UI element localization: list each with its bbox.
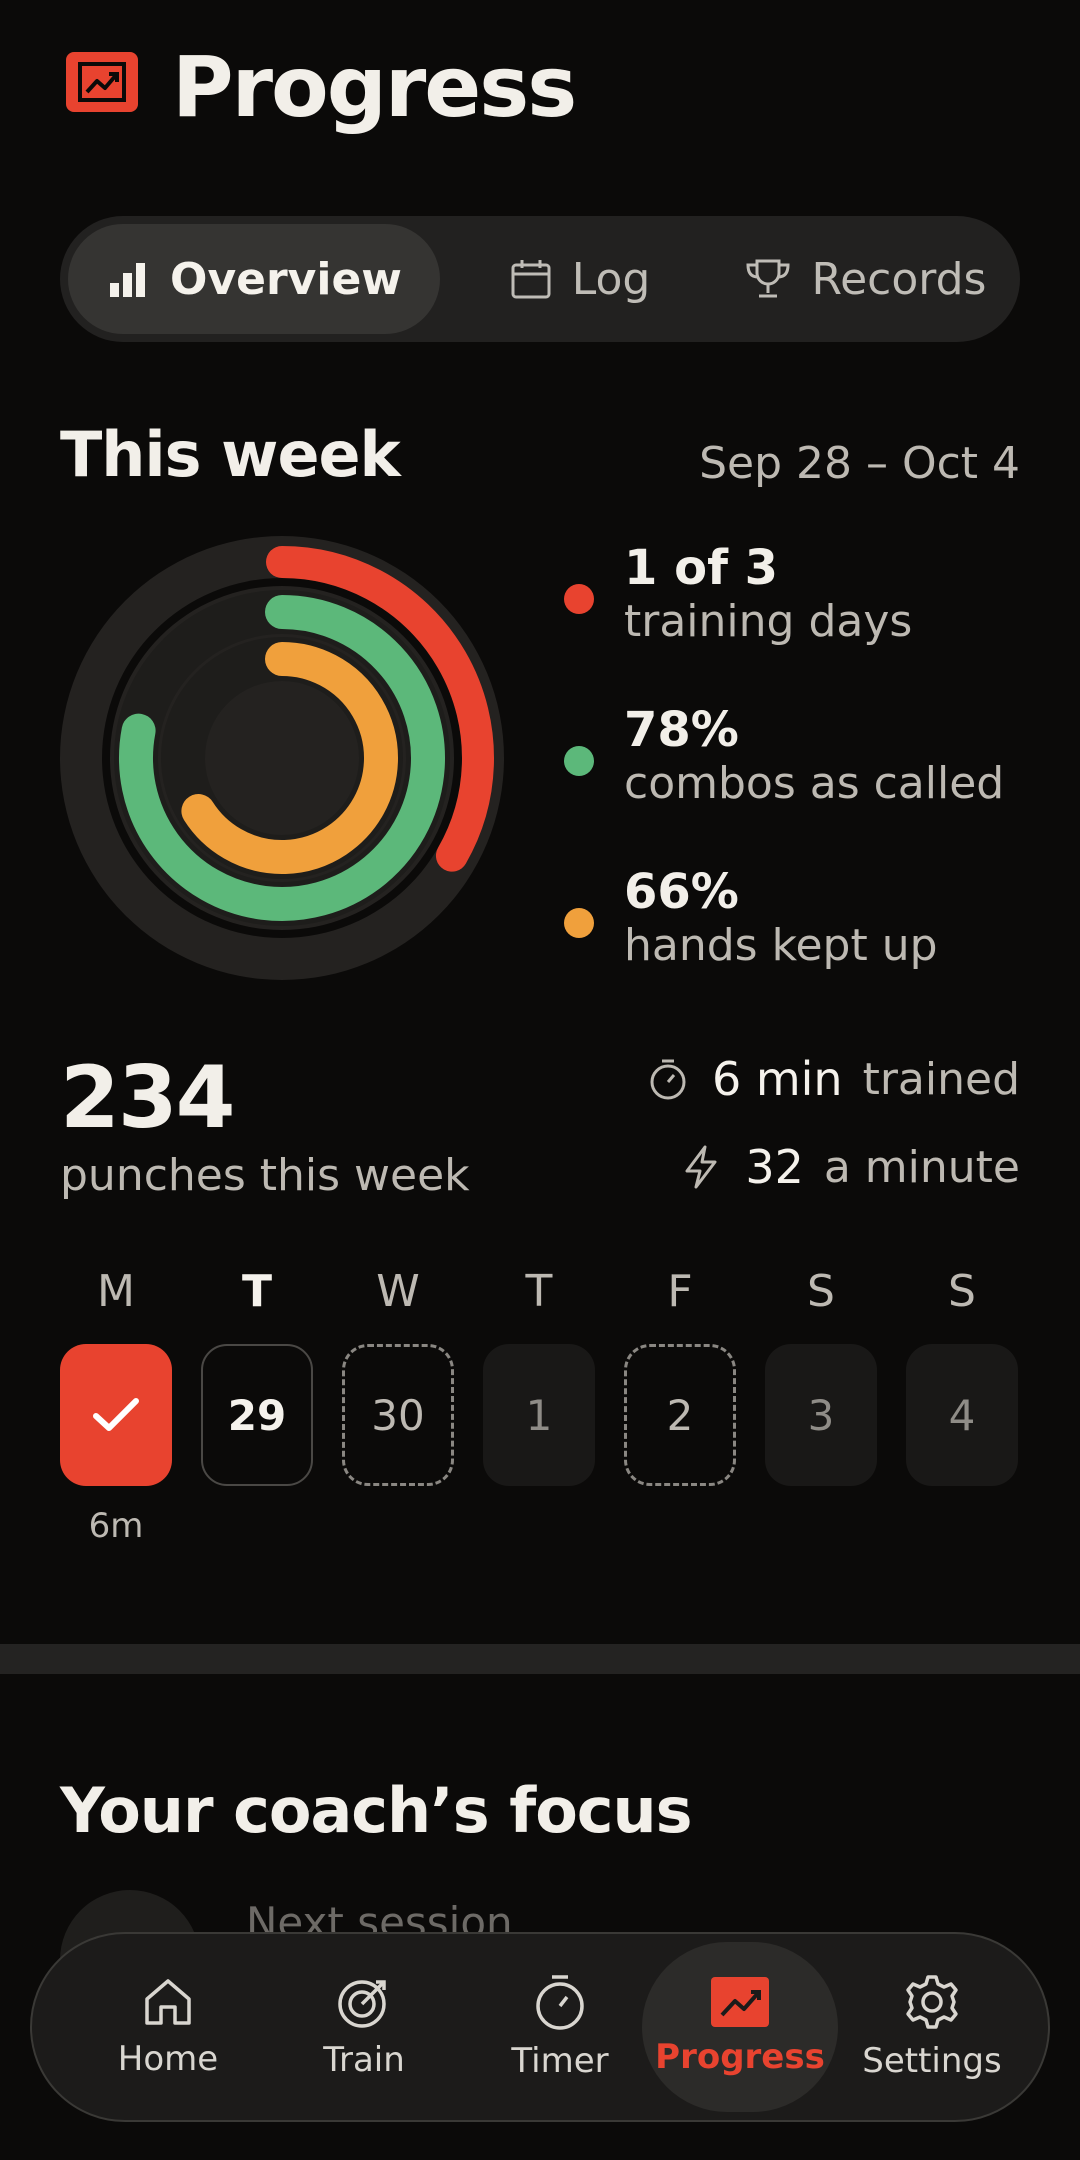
checkmark-icon bbox=[93, 1398, 139, 1431]
day-letter-tue: T bbox=[241, 1266, 272, 1317]
pace-value: 32 bbox=[745, 1140, 804, 1194]
home-icon bbox=[145, 1979, 191, 2025]
tab-records[interactable]: Records bbox=[720, 224, 1010, 334]
nav-timer-label: Timer bbox=[511, 2041, 609, 2081]
day-tue-today[interactable]: 29 bbox=[201, 1344, 313, 1486]
day-sun[interactable]: 4 bbox=[906, 1344, 1018, 1486]
legend-dot-combos bbox=[564, 746, 594, 776]
combos-value: 78% bbox=[624, 702, 739, 758]
nav-progress-label: Progress bbox=[655, 2037, 825, 2077]
pace-stat: 32 a minute bbox=[681, 1140, 1020, 1194]
calendar-icon bbox=[511, 260, 551, 299]
day-letter-sat: S bbox=[807, 1266, 835, 1317]
stopwatch-icon bbox=[650, 1059, 686, 1100]
day-mon-duration: 6m bbox=[88, 1506, 144, 1546]
bolt-icon bbox=[685, 1145, 717, 1189]
section-divider bbox=[0, 1644, 1080, 1674]
punch-count-label: punches this week bbox=[60, 1150, 470, 1201]
target-icon bbox=[338, 1980, 386, 2028]
day-mon-completed[interactable] bbox=[60, 1344, 172, 1486]
progress-app-icon bbox=[66, 52, 138, 112]
tab-overview-label: Overview bbox=[170, 253, 402, 305]
day-wed-planned[interactable]: 30 bbox=[342, 1344, 454, 1486]
activity-rings bbox=[60, 536, 504, 980]
punch-count: 234 bbox=[60, 1048, 236, 1148]
nav-train-label: Train bbox=[323, 2040, 405, 2080]
training-days-label: training days bbox=[624, 596, 913, 647]
day-letter-fri: F bbox=[667, 1266, 693, 1317]
legend-dot-training-days bbox=[564, 584, 594, 614]
chart-trending-icon bbox=[711, 1977, 769, 2027]
gear-icon bbox=[906, 1975, 958, 2029]
tab-records-label: Records bbox=[811, 253, 987, 305]
day-fri-planned[interactable]: 2 bbox=[624, 1344, 736, 1486]
day-letter-wed: W bbox=[376, 1266, 420, 1317]
legend-dot-hands-up bbox=[564, 908, 594, 938]
time-trained-label: trained bbox=[862, 1053, 1020, 1105]
bottom-nav: Home Train Timer Progress Settings bbox=[30, 1932, 1050, 2122]
combos-label: combos as called bbox=[624, 758, 1005, 809]
page-title: Progress bbox=[172, 38, 577, 136]
training-days-value: 1 of 3 bbox=[624, 540, 779, 596]
time-trained-value: 6 min bbox=[711, 1052, 843, 1106]
week-title: This week bbox=[60, 418, 401, 491]
bar-chart-icon bbox=[110, 263, 146, 297]
hands-up-value: 66% bbox=[624, 864, 739, 920]
stopwatch-icon bbox=[536, 1975, 584, 2030]
nav-home[interactable]: Home bbox=[70, 1942, 266, 2112]
nav-progress[interactable]: Progress bbox=[642, 1942, 838, 2112]
view-tabs: Overview Log Records bbox=[60, 216, 1020, 342]
time-trained-stat: 6 min trained bbox=[648, 1052, 1020, 1106]
hands-up-label: hands kept up bbox=[624, 920, 938, 971]
day-letter-thu: T bbox=[525, 1266, 553, 1317]
nav-train[interactable]: Train bbox=[266, 1942, 462, 2112]
chart-trending-icon bbox=[78, 62, 126, 102]
pace-label: a minute bbox=[823, 1141, 1020, 1193]
nav-settings[interactable]: Settings bbox=[834, 1942, 1030, 2112]
day-sat[interactable]: 3 bbox=[765, 1344, 877, 1486]
tab-log-label: Log bbox=[571, 253, 651, 305]
day-letter-mon: M bbox=[97, 1266, 135, 1317]
day-thu[interactable]: 1 bbox=[483, 1344, 595, 1486]
nav-settings-label: Settings bbox=[862, 2041, 1002, 2081]
tab-log[interactable]: Log bbox=[460, 224, 700, 334]
nav-timer[interactable]: Timer bbox=[462, 1942, 658, 2112]
nav-home-label: Home bbox=[117, 2039, 219, 2079]
day-letter-sun: S bbox=[948, 1266, 976, 1317]
coach-focus-title: Your coach’s focus bbox=[60, 1774, 693, 1847]
week-date-range: Sep 28 – Oct 4 bbox=[699, 438, 1020, 489]
trophy-icon bbox=[746, 259, 790, 298]
tab-overview[interactable]: Overview bbox=[68, 224, 440, 334]
